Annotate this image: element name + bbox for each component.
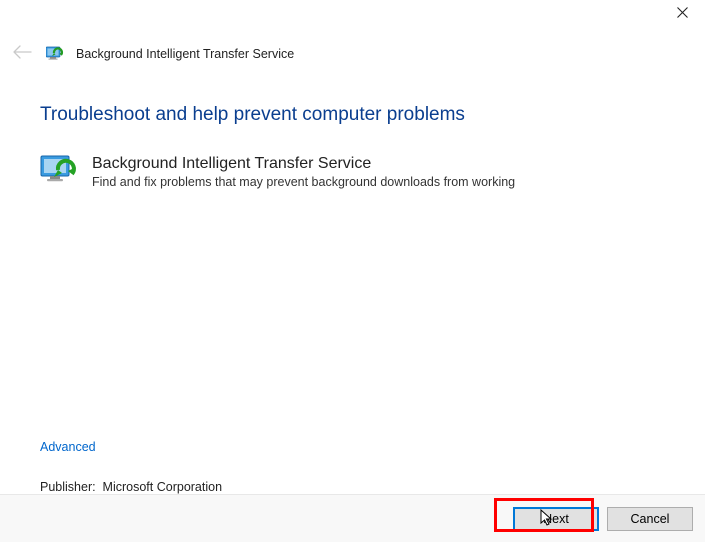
window-title: Background Intelligent Transfer Service (76, 47, 294, 61)
publisher-line: Publisher: Microsoft Corporation (40, 480, 222, 494)
close-icon (677, 5, 688, 23)
back-button (10, 42, 34, 66)
next-button[interactable]: Next (513, 507, 599, 531)
back-arrow-icon (12, 45, 32, 64)
close-button[interactable] (660, 0, 705, 28)
header-row: Background Intelligent Transfer Service (0, 30, 705, 76)
troubleshooter-large-icon (40, 154, 80, 188)
footer: Next Cancel (0, 494, 705, 542)
troubleshooter-small-icon (46, 46, 64, 62)
publisher-value: Microsoft Corporation (103, 480, 223, 494)
titlebar (0, 0, 705, 30)
content-area: Troubleshoot and help prevent computer p… (0, 76, 705, 518)
advanced-link[interactable]: Advanced (40, 440, 96, 454)
cancel-button[interactable]: Cancel (607, 507, 693, 531)
service-row: Background Intelligent Transfer Service … (40, 154, 665, 189)
service-title: Background Intelligent Transfer Service (92, 154, 515, 173)
page-title: Troubleshoot and help prevent computer p… (40, 104, 665, 126)
service-description: Find and fix problems that may prevent b… (92, 175, 515, 189)
publisher-label: Publisher: (40, 480, 96, 494)
